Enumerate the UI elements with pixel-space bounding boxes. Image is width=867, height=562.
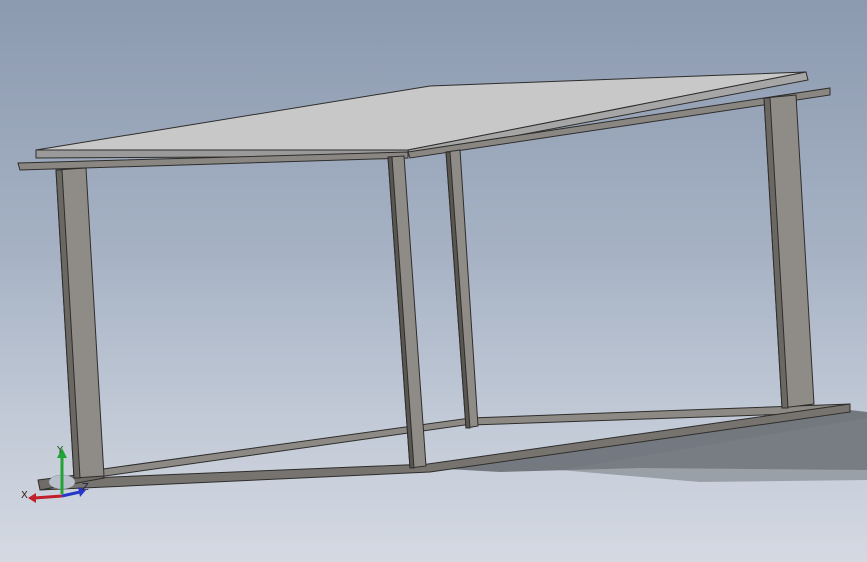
z-axis-label: Z [82, 482, 89, 493]
x-axis-label: X [21, 490, 28, 501]
graphics-viewport[interactable]: Y X Z [0, 0, 867, 562]
axis-triad: Y X Z [18, 438, 98, 508]
x-axis-line [33, 494, 63, 500]
x-axis-arrow [28, 493, 36, 503]
y-axis-label: Y [56, 445, 64, 456]
z-axis-line [61, 490, 81, 498]
table-frame-3d-model[interactable] [0, 0, 867, 562]
